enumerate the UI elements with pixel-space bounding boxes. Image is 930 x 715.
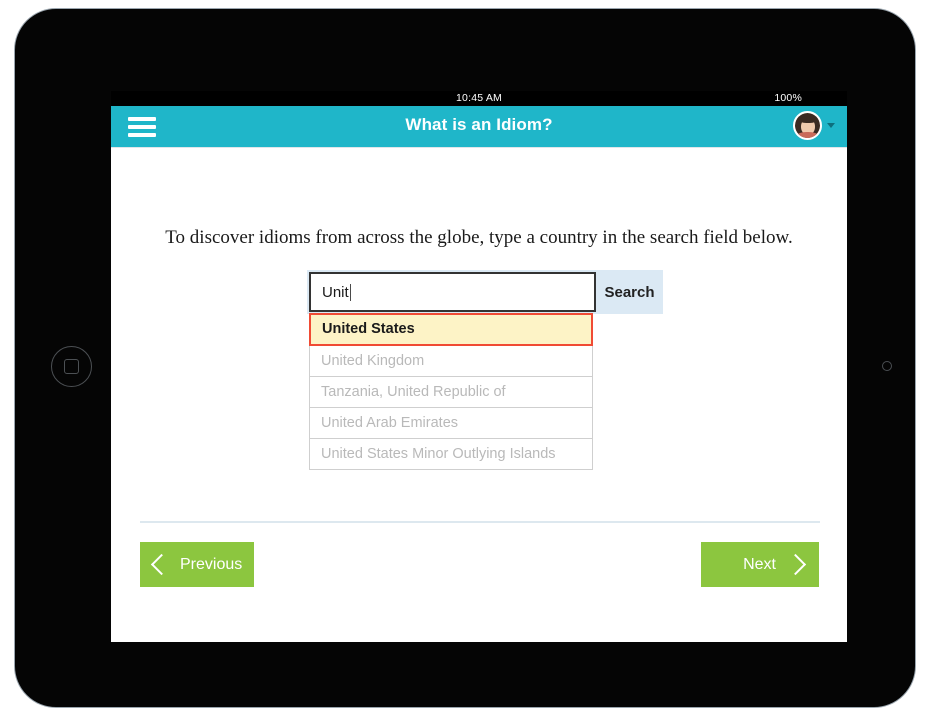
text-cursor	[349, 283, 351, 301]
avatar	[793, 111, 822, 140]
search-button[interactable]: Search	[596, 284, 663, 301]
app-bar: What is an Idiom?	[111, 106, 847, 148]
suggestion-item[interactable]: United States Minor Outlying Islands	[309, 439, 593, 470]
user-menu-button[interactable]	[793, 111, 835, 140]
next-button[interactable]: Next	[701, 542, 819, 587]
search-input-value: Unit	[322, 283, 349, 301]
home-button-square-icon	[64, 359, 79, 374]
search-row: Unit Search	[307, 270, 663, 314]
avatar-fringe	[798, 115, 817, 123]
footer-divider	[140, 521, 820, 523]
suggestion-item[interactable]: United States	[309, 313, 593, 346]
tablet-device: 10:45 AM 100% What is an Idiom? To disco…	[14, 8, 916, 708]
page-title: What is an Idiom?	[405, 115, 553, 134]
next-button-label: Next	[743, 555, 776, 573]
avatar-body	[797, 132, 818, 138]
status-bar: 10:45 AM 100%	[111, 91, 847, 106]
chevron-left-icon	[150, 553, 173, 576]
suggestion-item[interactable]: United Arab Emirates	[309, 408, 593, 439]
suggestion-item[interactable]: Tanzania, United Republic of	[309, 377, 593, 408]
instruction-text: To discover idioms from across the globe…	[165, 227, 793, 248]
chevron-down-icon[interactable]	[827, 123, 835, 128]
chevron-right-icon	[784, 553, 807, 576]
suggestion-item[interactable]: United Kingdom	[309, 346, 593, 377]
content-area: To discover idioms from across the globe…	[111, 148, 847, 642]
search-input[interactable]: Unit	[309, 272, 596, 312]
previous-button[interactable]: Previous	[140, 542, 254, 587]
front-camera-icon	[882, 361, 892, 371]
status-bar-time: 10:45 AM	[456, 92, 502, 104]
previous-button-label: Previous	[180, 555, 243, 573]
search-suggestions-list: United States United Kingdom Tanzania, Uni…	[309, 313, 593, 470]
tablet-screen: 10:45 AM 100% What is an Idiom? To disco…	[111, 91, 847, 642]
status-bar-battery: 100%	[774, 92, 802, 104]
home-button[interactable]	[51, 346, 92, 387]
